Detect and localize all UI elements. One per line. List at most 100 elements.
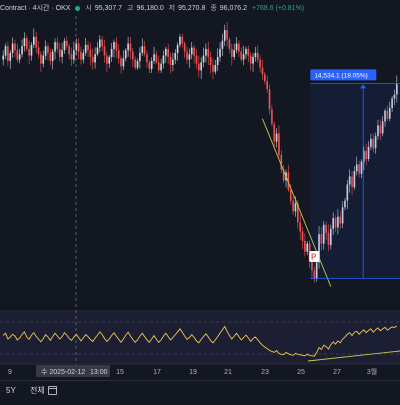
status-dot-icon [75, 5, 81, 11]
range-5y-button[interactable]: 5Y [6, 386, 16, 395]
candle-body [273, 124, 276, 142]
candle-body [207, 48, 210, 57]
candle-body [89, 50, 92, 57]
candle-body [176, 44, 179, 53]
candle-body [195, 55, 198, 64]
candle-body [143, 46, 146, 55]
xaxis-tick-label: 23 [261, 369, 269, 376]
candle-body [275, 133, 278, 142]
candle-body [271, 109, 273, 125]
candle-body [94, 54, 96, 63]
candle-body [122, 58, 125, 67]
candle-body [70, 54, 73, 60]
close-value: 96,076.2 [219, 5, 248, 12]
candle-body [164, 48, 167, 56]
xaxis-tick-label: 19 [189, 369, 197, 376]
bottom-toolbar: 5Y 전체 [0, 380, 400, 401]
candle-body [124, 50, 127, 59]
candle-body [162, 55, 165, 64]
candle-body [150, 60, 153, 70]
candle-body [278, 133, 280, 155]
candle-body [221, 40, 224, 49]
candle-body [190, 47, 193, 55]
candle-body [299, 222, 302, 232]
candle-body [110, 48, 113, 57]
candle-body [304, 240, 306, 252]
candle-body [167, 48, 170, 57]
candle-body [32, 36, 35, 45]
candle-body [80, 51, 82, 60]
low-value: 95,270.8 [178, 5, 206, 12]
crosshair-date: 수 2025-02-12 [41, 368, 85, 376]
candle-body [242, 54, 245, 60]
candle-body [247, 48, 250, 56]
candle-body [87, 44, 89, 51]
candle-body [209, 56, 212, 65]
candle-body [193, 47, 195, 56]
candle-body [108, 56, 111, 64]
chart-area[interactable]: 14,534.1 (18.05%)P 91113151719212325273월… [0, 0, 400, 400]
candle-body [153, 54, 155, 61]
candle-body [23, 38, 26, 47]
candle-body [9, 52, 12, 61]
candle-body [186, 51, 188, 60]
crosshair-time: 13:00 [90, 369, 108, 376]
candle-body [115, 42, 118, 51]
candle-body [181, 36, 184, 44]
open-label: 시 [85, 5, 92, 12]
candle-body [200, 62, 203, 71]
candle-body [77, 43, 80, 52]
calendar-icon[interactable] [48, 386, 57, 395]
candle-body [63, 40, 66, 51]
candle-body [25, 38, 28, 49]
xaxis-tick-label: 15 [116, 369, 124, 376]
candle-body [127, 43, 129, 51]
candle-body [223, 30, 226, 41]
candle-body [68, 46, 71, 55]
candle-body [7, 46, 9, 61]
candle-body [188, 54, 191, 60]
candle-body [117, 50, 120, 59]
candle-body [226, 30, 228, 40]
candle-body [75, 43, 78, 51]
candle-body [219, 48, 221, 57]
candle-body [155, 54, 158, 63]
candle-body [249, 55, 252, 64]
candle-body [174, 52, 177, 60]
candle-body [254, 52, 257, 57]
candle-body [266, 81, 269, 90]
candle-body [169, 56, 172, 65]
candle-body [139, 52, 141, 61]
candle-body [2, 55, 5, 60]
xaxis-tick-label: 3월 [367, 367, 377, 376]
candle-body [172, 59, 174, 65]
candle-body [54, 42, 56, 52]
candle-body [261, 67, 264, 75]
candle-body [252, 56, 254, 64]
candle-body [141, 46, 144, 53]
candle-body [16, 50, 19, 60]
range-all-button[interactable]: 전체 [30, 386, 45, 395]
symbol-title[interactable]: Contract · 4시간 · OKX [0, 5, 70, 12]
candle-body [91, 56, 94, 63]
candle-body [61, 50, 63, 57]
candle-body [84, 44, 87, 53]
candle-body [49, 52, 52, 61]
candle-body [214, 65, 217, 72]
candle-body [120, 58, 122, 67]
candle-body [37, 47, 40, 55]
oscillator-pane-background [0, 312, 400, 364]
candle-body [233, 50, 236, 57]
candlestick-chart[interactable]: 14,534.1 (18.05%)P 91113151719212325273월… [0, 0, 400, 400]
candle-body [106, 55, 108, 64]
candle-body [42, 55, 45, 64]
candle-body [73, 50, 75, 60]
candle-body [148, 62, 151, 70]
xaxis-tick-label: 21 [224, 369, 232, 376]
candle-body [183, 43, 186, 52]
candle-body [18, 54, 21, 60]
low-label: 저 [168, 5, 176, 12]
candle-body [56, 42, 59, 49]
change-value: +768.6 (+0.81%) [251, 5, 305, 12]
candle-body [134, 59, 137, 68]
